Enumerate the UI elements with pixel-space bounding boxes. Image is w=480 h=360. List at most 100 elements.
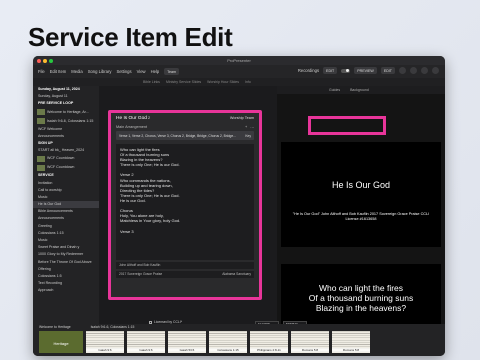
playlist-item[interactable]: Colossians 1:15 — [33, 230, 99, 237]
playlist-item[interactable]: WCF Countdown — [33, 163, 99, 172]
playlist-section-header[interactable]: SIGN UP — [33, 140, 99, 147]
media-thumbnail[interactable]: Philippians 2:8-11 — [250, 331, 288, 353]
tab-worship-slides[interactable]: Worship Hour Slides — [207, 80, 239, 84]
playlist-item[interactable]: Before The Throne Of God Above — [33, 259, 99, 266]
editor-title-count: 2 — [148, 115, 151, 120]
playlist-item[interactable]: Music — [33, 194, 99, 201]
playlist-date[interactable]: Sunday, August 11, 2024 — [33, 86, 99, 93]
playlist-item[interactable]: Bible Announcements — [33, 208, 99, 215]
playlist-date-sub[interactable]: Sunday, August 11 — [33, 93, 99, 100]
playlist-item[interactable]: Call to worship — [33, 187, 99, 194]
playlist-section-header[interactable]: SERVICE — [33, 172, 99, 179]
window-controls[interactable] — [37, 58, 53, 63]
playlist-item[interactable]: Approach — [33, 287, 99, 294]
thumbnail-label: Romans 5:8 — [291, 348, 329, 352]
playlist-item[interactable]: Colossians 1:5 — [33, 273, 99, 280]
add-icon[interactable]: + — [245, 125, 247, 129]
slide-line: Of a thousand burning suns — [308, 293, 414, 303]
media-thumbnail[interactable]: Romans 5:8 — [291, 331, 329, 353]
media-thumbnail[interactable]: Colossians 1:15 — [209, 331, 247, 353]
publisher-value: 2017 Sovereign Grace Praise — [119, 272, 163, 276]
app-window: ProPresenter File Edit Item Media Song L… — [33, 56, 445, 356]
authors-field[interactable]: John Althoff and Bob Kauflin — [116, 262, 254, 269]
tab-info[interactable]: Info — [245, 80, 251, 84]
window-title: ProPresenter — [227, 58, 251, 63]
menu-song-library[interactable]: Song Library — [88, 69, 112, 74]
recordings-label[interactable]: Recordings — [298, 68, 319, 73]
slide-credit: "He Is Our God" John Althoff and Bob Kau… — [292, 212, 430, 221]
lyrics-textarea[interactable]: Who can light the fires Of a thousand bu… — [116, 144, 254, 260]
editor-header: He Is Our God 2 Worship Team — [111, 113, 259, 123]
close-icon[interactable] — [37, 58, 41, 63]
zoom-icon[interactable] — [49, 58, 53, 63]
stage-icon[interactable] — [410, 67, 417, 74]
key-dropdown[interactable]: Key — [245, 134, 251, 138]
title-slide[interactable]: He Is Our God "He Is Our God" John Altho… — [281, 142, 441, 247]
media-thumbnail[interactable]: Romans 5:8 — [332, 331, 370, 353]
playlist-item[interactable]: 1000 Glory to My Redeemer — [33, 251, 99, 258]
more-icon[interactable]: ⋯ — [250, 125, 254, 130]
edit-preview-toggle[interactable] — [341, 68, 351, 73]
playlist-item[interactable]: Announcements — [33, 215, 99, 222]
lock-icon[interactable] — [421, 67, 428, 74]
authors-value: John Althoff and Bob Kauflin — [119, 263, 161, 267]
playlist-item[interactable]: Sweet Praise and Dinah y — [33, 244, 99, 251]
menu-edit-item[interactable]: Edit Item — [50, 69, 67, 74]
tab-ministry-slides[interactable]: Ministry Service Slides — [166, 80, 201, 84]
user-avatar[interactable] — [432, 67, 439, 74]
media-thumbnail[interactable]: Isaiah 9:6 — [86, 331, 124, 353]
arrangement-label[interactable]: Main Arrangement — [116, 125, 147, 129]
strip-label: Welcome to Heritage — [39, 325, 71, 329]
publisher-field[interactable]: 2017 Sovereign Grace Praise Alabama Sanc… — [116, 271, 254, 278]
arrangement-value: Verse 1, Verse 2, Chorus, Verse 3, Choru… — [119, 133, 236, 138]
playlist-item[interactable]: Greeting — [33, 223, 99, 230]
media-strip: Welcome to Heritage Isaiah 9:6-6, Coloss… — [33, 324, 445, 356]
playlist-item[interactable]: He Is Our God — [33, 201, 99, 209]
worship-team-label[interactable]: Worship Team — [230, 116, 254, 120]
minimize-icon[interactable] — [43, 58, 47, 63]
playlist-panel: Sunday, August 11, 2024 Sunday, August 1… — [33, 86, 99, 356]
slide-line: Who can light the fires — [318, 283, 404, 293]
preview-mode-label: PREVIEW — [354, 67, 377, 74]
edit-mode-label: EDIT — [323, 67, 338, 74]
arrangement-field[interactable]: Verse 1, Verse 2, Chorus, Verse 3, Choru… — [116, 131, 254, 140]
menubar: File Edit Item Media Song Library Settin… — [33, 65, 445, 78]
menu-settings[interactable]: Settings — [116, 69, 131, 74]
thumbnail-label: Isaiah 9:6 — [86, 348, 124, 352]
arrangement-row: Main Arrangement + ⋯ — [111, 123, 259, 131]
thumbnail-label: Isaiah 53:6 — [168, 348, 206, 352]
slide-line: Blazing in the heavens? — [315, 303, 407, 313]
menu-media[interactable]: Media — [71, 69, 82, 74]
publisher-extra: Alabama Sanctuary — [222, 272, 251, 276]
playlist-item[interactable]: Welcome to Heritage, Ar... — [33, 108, 99, 117]
service-item-editor: He Is Our God 2 Worship Team Main Arrang… — [108, 110, 262, 300]
edit-button[interactable]: EDIT — [380, 67, 395, 74]
media-thumbnail[interactable]: Isaiah 53:6 — [168, 331, 206, 353]
team-dropdown[interactable]: Team — [164, 68, 180, 75]
thumbnail-label: Philippians 2:8-11 — [250, 348, 288, 352]
playlist-item[interactable]: START all bk_ Heaven_2024 — [33, 147, 99, 154]
playlist-item[interactable]: Announcements — [33, 133, 99, 140]
clear-icon[interactable] — [399, 67, 406, 74]
media-thumbnail[interactable]: Heritage — [39, 331, 83, 353]
playlist-item[interactable]: WCF Countdown — [33, 154, 99, 163]
library-tabs: Bible Links Ministry Service Slides Wors… — [33, 78, 445, 86]
menu-view[interactable]: View — [137, 69, 146, 74]
playlist-item[interactable]: Offering — [33, 266, 99, 273]
slide-title: He Is Our God — [331, 180, 391, 190]
tab-bible-links[interactable]: Bible Links — [143, 80, 160, 84]
playlist-item[interactable]: Isaiah 9:6-6, Colossians 1:15 — [33, 117, 99, 126]
guides-button[interactable]: Guides — [329, 88, 340, 92]
editor-title[interactable]: He Is Our God — [116, 116, 147, 121]
menu-file[interactable]: File — [38, 69, 45, 74]
playlist-item[interactable]: WCF Welcome — [33, 126, 99, 133]
media-thumbnail[interactable]: Isaiah 9:6 — [127, 331, 165, 353]
strip-label: Isaiah 9:6-6, Colossians 1:15 — [90, 325, 135, 329]
playlist-item[interactable]: Invitation — [33, 180, 99, 187]
playlist-item[interactable]: Text Recording — [33, 280, 99, 287]
titlebar: ProPresenter — [33, 56, 445, 65]
playlist-section-header[interactable]: PRE SERVICE LOOP — [33, 100, 99, 107]
playlist-item[interactable]: Music — [33, 237, 99, 244]
menu-help[interactable]: Help — [151, 69, 160, 74]
background-button[interactable]: Background — [350, 88, 369, 92]
